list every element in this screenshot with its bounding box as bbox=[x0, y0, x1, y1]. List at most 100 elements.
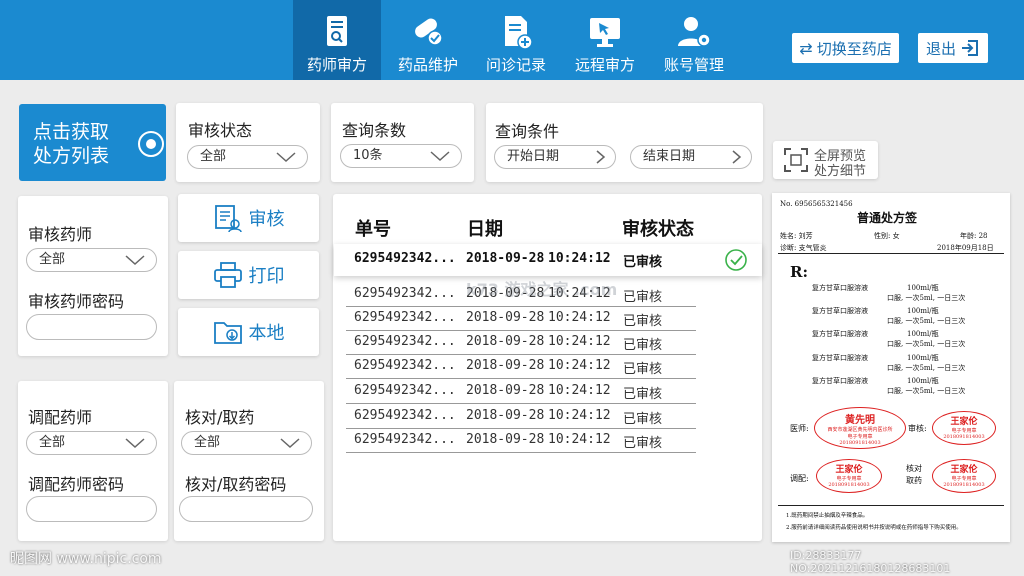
start-date-picker[interactable]: 开始日期 bbox=[494, 145, 616, 169]
checker-select[interactable]: 全部 bbox=[181, 431, 312, 455]
chevron-down-icon bbox=[125, 438, 145, 449]
rx-drug: 复方甘草口服溶液 bbox=[812, 330, 868, 338]
fullscreen-icon bbox=[784, 148, 808, 172]
end-date-picker[interactable]: 结束日期 bbox=[630, 145, 752, 169]
cell-time: 10:24:12 bbox=[548, 358, 611, 373]
swap-arrows-icon: ⇄ bbox=[799, 38, 813, 58]
reviewer-password-input[interactable] bbox=[26, 314, 157, 340]
nav-tab-consult-records[interactable]: 问诊记录 bbox=[472, 0, 560, 80]
cell-time: 10:24:12 bbox=[548, 251, 611, 266]
folder-download-icon bbox=[213, 322, 242, 344]
rx-fetch-label: 取药 bbox=[906, 476, 922, 485]
nav-tab-remote-review[interactable]: 远程审方 bbox=[561, 0, 649, 80]
save-local-button[interactable]: 本地 bbox=[178, 308, 319, 356]
rx-dose: 100ml/瓶 bbox=[907, 307, 939, 315]
table-row[interactable]: 6295492342... 2018-09-28 10:24:12 已审核 bbox=[346, 355, 696, 379]
nav-tab-pharmacist-review[interactable]: 药师审方 bbox=[293, 0, 381, 80]
switch-to-store-button[interactable]: ⇄ 切换至药店 bbox=[792, 33, 899, 63]
rx-dose: 100ml/瓶 bbox=[907, 354, 939, 362]
dispenser-password-label: 调配药师密码 bbox=[28, 475, 125, 494]
table-row[interactable]: 6295492342... 2018-09-28 10:24:12 已审核 bbox=[334, 244, 762, 276]
reviewer-title: 审核药师 bbox=[28, 225, 93, 244]
watermark-left: 昵图网 www.nipic.com bbox=[10, 551, 162, 567]
seal-sub: 电子专用章 bbox=[836, 476, 862, 482]
table-row[interactable]: 6295492342... 2018-09-28 10:24:12 已审核 bbox=[346, 307, 696, 331]
seal-code: 2018091814003 bbox=[828, 482, 870, 488]
cell-status: 已审核 bbox=[623, 338, 663, 353]
cell-id: 6295492342... bbox=[354, 432, 456, 447]
seal-sub: 电子专用章 bbox=[847, 434, 873, 440]
rx-note-2: 2.服药前请详细阅读药品使用说明书并按说明或在药师指导下购买使用。 bbox=[786, 525, 962, 531]
cell-id: 6295492342... bbox=[354, 251, 456, 266]
table-row[interactable]: 6295492342... 2018-09-28 10:24:12 已审核 bbox=[346, 429, 696, 453]
table-row[interactable]: 6295492342... 2018-09-28 10:24:12 已审核 bbox=[346, 405, 696, 429]
review-doc-icon bbox=[214, 205, 242, 233]
rx-patient-name: 姓名: 刘芳 bbox=[780, 232, 813, 240]
rx-dose: 100ml/瓶 bbox=[907, 377, 939, 385]
dispenser-password-input[interactable] bbox=[26, 496, 157, 522]
reviewer-select[interactable]: 全部 bbox=[26, 248, 157, 272]
chevron-right-icon bbox=[596, 150, 606, 164]
document-add-icon bbox=[505, 16, 533, 50]
prescription-preview: No. 6956565321456 普通处方签 姓名: 刘芳 性别: 女 年龄:… bbox=[772, 193, 1010, 542]
clipboard-search-icon bbox=[327, 16, 347, 46]
checker-password-label: 核对/取药密码 bbox=[185, 475, 287, 494]
rx-diagnosis: 诊断: 支气管炎 bbox=[780, 244, 827, 252]
rx-usage: 口服, 一次5ml, 一日三次 bbox=[887, 364, 966, 372]
fullscreen-label-2: 处方细节 bbox=[814, 164, 867, 179]
chevron-down-icon bbox=[276, 152, 296, 163]
fetch-button-label: 点击获取处方列表 bbox=[33, 121, 110, 167]
user-gear-icon bbox=[678, 17, 711, 47]
rx-divider bbox=[778, 253, 1004, 254]
watermark-right: ID:28833177 NO:20211216180128683101 bbox=[790, 549, 951, 575]
logout-button[interactable]: 退出 bbox=[918, 33, 988, 63]
nav-label: 账号管理 bbox=[663, 56, 724, 74]
nav-label: 问诊记录 bbox=[485, 56, 546, 74]
rx-dose: 100ml/瓶 bbox=[907, 330, 939, 338]
cell-id: 6295492342... bbox=[354, 286, 456, 301]
rx-title: 普通处方签 bbox=[857, 211, 918, 225]
rx-drug: 复方甘草口服溶液 bbox=[812, 284, 868, 292]
nav-label: 药师审方 bbox=[306, 56, 367, 74]
fullscreen-preview-button[interactable]: 全屏预览 处方细节 bbox=[773, 141, 878, 179]
cell-time: 10:24:12 bbox=[548, 310, 611, 325]
cell-date: 2018-09-28 bbox=[466, 251, 545, 266]
rx-date: 2018年09月18日 bbox=[937, 244, 994, 252]
review-seal: 王家伦 电子专用章 2018091814003 bbox=[932, 411, 996, 445]
checker-password-input[interactable] bbox=[179, 496, 313, 522]
cell-id: 6295492342... bbox=[354, 310, 456, 325]
rx-usage: 口服, 一次5ml, 一日三次 bbox=[887, 340, 966, 348]
table-row[interactable]: 6295492342... 2018-09-28 10:24:12 已审核 bbox=[346, 380, 696, 404]
rx-review-label: 审核: bbox=[908, 424, 927, 433]
col-header-date: 日期 bbox=[467, 219, 503, 240]
dispenser-select[interactable]: 全部 bbox=[26, 431, 157, 455]
cell-status: 已审核 bbox=[623, 436, 663, 451]
print-button[interactable]: 打印 bbox=[178, 251, 319, 299]
seal-org: 西安市莲湖区黄先明内医诊所 bbox=[827, 427, 893, 433]
review-status-select[interactable]: 全部 bbox=[187, 145, 308, 169]
rx-age: 年龄: 28 bbox=[960, 232, 988, 240]
rx-check-label: 核对 bbox=[906, 464, 922, 473]
fetch-prescriptions-button[interactable]: 点击获取处方列表 bbox=[19, 104, 166, 181]
chevron-down-icon bbox=[430, 151, 450, 162]
nav-tab-account[interactable]: 账号管理 bbox=[650, 0, 738, 80]
rx-drug: 复方甘草口服溶液 bbox=[812, 354, 868, 362]
nav-tab-drug-maintenance[interactable]: 药品维护 bbox=[384, 0, 472, 80]
rx-dose: 100ml/瓶 bbox=[907, 284, 939, 292]
cell-date: 2018-09-28 bbox=[466, 408, 545, 423]
table-row[interactable]: 6295492342... 2018-09-28 10:24:12 已审核 bbox=[346, 331, 696, 355]
seal-code: 2018091814003 bbox=[839, 440, 881, 446]
rx-usage: 口服, 一次5ml, 一日三次 bbox=[887, 294, 966, 302]
cell-status: 已审核 bbox=[623, 255, 663, 270]
review-button[interactable]: 审核 bbox=[178, 194, 319, 242]
chevron-down-icon bbox=[125, 255, 145, 266]
seal-name: 王家伦 bbox=[835, 465, 863, 475]
seal-code: 2018091814003 bbox=[943, 482, 985, 488]
query-count-card: 查询条数 10条 bbox=[331, 103, 474, 182]
rx-usage: 口服, 一次5ml, 一日三次 bbox=[887, 317, 966, 325]
query-count-select[interactable]: 10条 bbox=[340, 144, 462, 168]
rx-divider bbox=[778, 505, 1004, 506]
col-header-status: 审核状态 bbox=[622, 219, 694, 240]
query-condition-card: 查询条件 开始日期 结束日期 bbox=[486, 103, 763, 182]
top-nav-bar: 药师审方 药品维护 问诊记录 远程审方 账号管理 ⇄ 切换至药店 退出 bbox=[0, 0, 1024, 80]
